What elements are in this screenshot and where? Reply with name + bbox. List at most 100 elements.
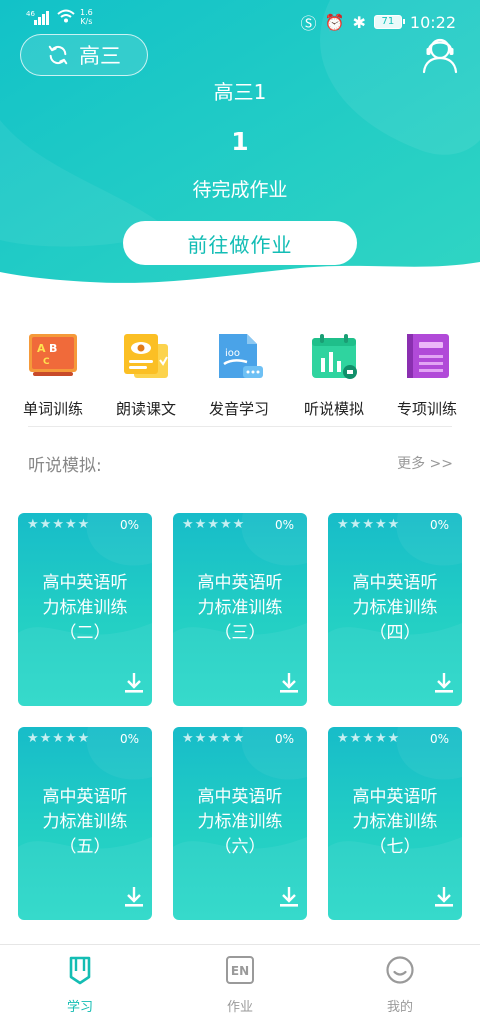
download-icon[interactable] [124,886,144,908]
star-icon: ★ [182,517,194,532]
tab-label: 作业 [226,1000,253,1013]
feature-label: 单词训练 [22,400,83,418]
progress-percent: 0% [274,732,294,746]
svg-text:EN: EN [231,964,249,978]
smiley-icon [386,956,414,984]
pending-homework-label: 待完成作业 [192,179,288,201]
signal-icon: 46 [26,10,49,25]
section-title: 听说模拟: [28,456,102,476]
tab-label: 我的 [386,1000,413,1013]
svg-text:ioo: ioo [225,348,240,359]
more-link[interactable]: 更多 >> [397,453,453,473]
download-icon[interactable] [124,672,144,694]
header-banner: 46 1.6 K/s Ⓢ ⏰ ✱ 71 10:22 高三 高三1 1 待完成作业… [0,0,480,300]
card-title: 高中英语听 力标准训练 （三） [197,573,283,643]
feature-pronunciation[interactable]: ioo 发音学习 [193,330,285,419]
star-icon: ★ [374,517,387,532]
bluetooth-icon: ✱ [352,12,366,32]
clock: 10:22 [409,12,456,32]
star-icon: ★ [362,517,374,532]
listening-card[interactable]: ★ ★ ★ ★ ★ 0% 高中英语听 力标准训练 （七） [328,727,462,920]
listening-card[interactable]: ★ ★ ★ ★ ★ 0% 高中英语听 力标准训练 （五） [18,727,152,920]
tab-study[interactable]: 学习 [20,945,140,1013]
feature-label: 专项训练 [396,400,457,418]
feature-listening-speaking[interactable]: 听说模拟 [288,330,380,419]
feature-word-training[interactable]: A B C 单词训练 [7,330,99,419]
star-icon: ★ [207,731,219,746]
star-icon: ★ [52,731,64,746]
rating-stars: ★ ★ ★ ★ ★ [337,732,399,746]
purple-book-icon [407,334,449,378]
battery-indicator: 71 [373,15,405,29]
wifi-icon [57,9,75,23]
feature-label: 听说模拟 [303,400,364,418]
listening-card[interactable]: ★ ★ ★ ★ ★ 0% 高中英语听 力标准训练 （二） [18,513,152,706]
refresh-icon [48,45,68,65]
progress-percent: 0% [429,732,449,746]
tab-homework[interactable]: EN 作业 [180,945,300,1013]
tab-mine[interactable]: 我的 [340,945,460,1013]
en-icon: EN [226,956,254,984]
svg-text:C: C [43,357,50,367]
bottom-tab-bar: 学习 EN 作业 我的 [0,944,480,1013]
star-icon: ★ [64,517,77,532]
star-icon: ★ [194,731,207,746]
progress-percent: 0% [119,732,139,746]
rating-stars: ★ ★ ★ ★ ★ [182,732,244,746]
star-icon: ★ [194,517,207,532]
star-icon: ★ [207,517,219,532]
star-icon: ★ [27,517,39,532]
star-icon: ★ [39,731,52,746]
rating-stars: ★ ★ ★ ★ ★ [182,518,244,532]
download-icon[interactable] [434,672,454,694]
star-icon: ★ [39,517,52,532]
star-icon: ★ [362,731,374,746]
class-name: 高三1 [213,80,267,104]
progress-percent: 0% [119,518,139,532]
grade-label: 高三 [79,44,121,68]
card-title: 高中英语听 力标准训练 （五） [42,787,128,857]
feature-label: 发音学习 [208,400,269,418]
rating-stars: ★ ★ ★ ★ ★ [27,518,89,532]
card-title: 高中英语听 力标准训练 （二） [42,573,128,643]
star-icon: ★ [77,517,90,532]
progress-percent: 0% [274,518,294,532]
star-icon: ★ [232,731,245,746]
svg-text:46: 46 [26,10,35,18]
pending-homework-count: 1 [231,127,249,156]
star-icon: ★ [219,517,232,532]
go-do-homework-button[interactable]: 前往做作业 [123,221,357,265]
star-icon: ★ [387,731,400,746]
card-title: 高中英语听 力标准训练 （七） [352,787,438,857]
star-icon: ★ [232,517,245,532]
reading-book-icon [124,334,168,378]
grade-switch-button[interactable]: 高三 [20,34,148,76]
star-icon: ★ [337,731,349,746]
nfc-icon: Ⓢ [300,14,317,33]
star-icon: ★ [77,731,90,746]
listening-card[interactable]: ★ ★ ★ ★ ★ 0% 高中英语听 力标准训练 （三） [173,513,307,706]
star-icon: ★ [337,517,349,532]
listening-card[interactable]: ★ ★ ★ ★ ★ 0% 高中英语听 力标准训练 （六） [173,727,307,920]
star-icon: ★ [219,731,232,746]
feature-read-text[interactable]: 朗读课文 [100,330,192,419]
download-icon[interactable] [279,886,299,908]
star-icon: ★ [182,731,194,746]
star-icon: ★ [374,731,387,746]
net-speed: 1.6 K/s [80,8,93,26]
tab-label: 学习 [66,1000,93,1013]
feature-special-training[interactable]: 专项训练 [381,330,473,419]
download-icon[interactable] [279,672,299,694]
star-icon: ★ [349,731,362,746]
progress-percent: 0% [429,518,449,532]
feature-grid: A B C 单词训练 朗读课文 ioo 发音学习 听说模拟 专项训练 [0,330,480,420]
svg-text:B: B [49,342,57,355]
user-support-icon[interactable] [420,34,460,74]
rating-stars: ★ ★ ★ ★ ★ [337,518,399,532]
star-icon: ★ [52,517,64,532]
listening-card[interactable]: ★ ★ ★ ★ ★ 0% 高中英语听 力标准训练 （四） [328,513,462,706]
star-icon: ★ [387,517,400,532]
alarm-icon: ⏰ [324,12,345,32]
divider [28,426,452,427]
download-icon[interactable] [434,886,454,908]
